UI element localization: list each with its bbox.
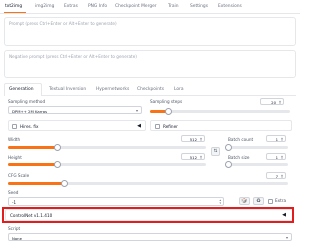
sub-tab-bar: Generation Textual Inversion Hypernetwor… [4, 83, 296, 96]
sampling-steps-thumb[interactable] [164, 108, 172, 115]
hires-fix-accordion[interactable]: Hires. fix ◀ [8, 120, 146, 131]
sampling-steps-slider[interactable] [150, 108, 290, 115]
seed-input[interactable]: -1 ▴ ▾ [8, 197, 224, 206]
chevron-down-icon: ▾ [285, 235, 288, 240]
extra-checkbox[interactable] [268, 198, 273, 204]
batch-size-thumb[interactable] [224, 161, 232, 168]
cfg-scale-label: CFG Scale [8, 173, 30, 178]
batch-size-value: 1 [275, 155, 278, 160]
width-slider[interactable] [8, 144, 206, 151]
tab-settings[interactable]: Settings [190, 4, 208, 9]
width-label: Width [8, 137, 21, 142]
tab-extras[interactable]: Extras [64, 4, 78, 9]
height-fill [8, 163, 58, 166]
height-value: 512 [189, 155, 197, 160]
width-input[interactable]: 512 ▴ ▾ [181, 135, 205, 142]
sampling-steps-value: 20 [271, 100, 276, 105]
negative-prompt-textarea[interactable]: Negative prompt (press Ctrl+Enter or Alt… [4, 50, 296, 78]
tab-png-info[interactable]: PNG Info [88, 4, 107, 9]
tab-img2img[interactable]: img2img [35, 4, 54, 9]
batch-count-value: 1 [275, 137, 278, 142]
height-input[interactable]: 512 ▴ ▾ [181, 153, 205, 160]
tab-lora[interactable]: Lora [174, 87, 184, 92]
batch-count-label: Batch count [228, 137, 254, 142]
spinner-icon: ▴ ▾ [281, 153, 283, 160]
sampling-method-label: Sampling method [8, 99, 46, 104]
batch-count-slider[interactable] [224, 144, 288, 151]
cfg-scale-input[interactable]: 7 ▴ ▾ [266, 172, 286, 179]
width-value: 512 [189, 137, 197, 142]
tab-textual-inversion[interactable]: Textual Inversion [49, 87, 86, 92]
top-tab-bar: txt2img img2img Extras PNG Info Checkpoi… [0, 0, 300, 14]
cfg-scale-fill [8, 182, 64, 185]
prompt-textarea[interactable]: Prompt (press Ctrl+Enter or Alt+Enter to… [4, 17, 296, 46]
spinner-icon: ▴ ▾ [281, 135, 283, 142]
spinner-icon: ▴ ▾ [219, 198, 221, 205]
tab-hypernetworks[interactable]: Hypernetworks [96, 87, 129, 92]
script-value: None [12, 235, 22, 241]
spinner-icon: ▴ ▾ [200, 135, 202, 142]
tab-generation[interactable]: Generation [9, 87, 34, 92]
red-highlight-box [2, 207, 294, 223]
cfg-scale-thumb[interactable] [60, 180, 68, 187]
batch-size-slider[interactable] [224, 161, 288, 168]
height-thumb[interactable] [54, 161, 61, 168]
sampling-steps-input[interactable]: 20 ▴ ▾ [260, 98, 284, 105]
tab-checkpoint-merger[interactable]: Checkpoint Merger [115, 4, 157, 9]
cfg-scale-value: 7 [275, 174, 278, 179]
script-label: Script [8, 226, 21, 231]
width-thumb[interactable] [54, 144, 61, 151]
collapse-left-icon: ◀ [137, 122, 141, 129]
spinner-icon: ▴ ▾ [281, 172, 283, 179]
seed-label: Seed [8, 190, 19, 195]
height-slider[interactable] [8, 161, 206, 168]
extra-label: Extra [275, 198, 287, 203]
batch-count-input[interactable]: 1 ▴ ▾ [266, 135, 286, 142]
swap-dimensions-button[interactable]: ⇅ [211, 147, 220, 156]
width-fill [8, 146, 58, 149]
spinner-icon: ▴ ▾ [279, 98, 281, 105]
sampling-steps-label: Sampling steps [150, 99, 183, 104]
tab-txt2img[interactable]: txt2img [5, 4, 22, 9]
hires-fix-label: Hires. fix [20, 123, 39, 129]
batch-size-input[interactable]: 1 ▴ ▾ [266, 153, 286, 160]
refiner-checkbox[interactable] [155, 123, 160, 129]
prompt-placeholder: Prompt (press Ctrl+Enter or Alt+Enter to… [9, 21, 117, 26]
seed-value: -1 [12, 199, 16, 205]
tab-checkpoints[interactable]: Checkpoints [137, 87, 164, 92]
reuse-seed-button[interactable]: ♻ [253, 197, 264, 205]
refiner-accordion[interactable]: Refiner [150, 120, 292, 131]
active-tab-indicator [4, 12, 26, 13]
tab-train[interactable]: Train [168, 4, 179, 9]
sampling-method-value: DPM++ 2M Karras [12, 108, 48, 114]
script-dropdown[interactable]: None ▾ [8, 233, 292, 241]
random-seed-button[interactable]: 🎲 [239, 197, 250, 205]
cfg-scale-slider[interactable] [8, 180, 288, 187]
tab-extensions[interactable]: Extensions [218, 4, 242, 9]
chevron-down-icon: ▾ [135, 108, 138, 113]
refiner-label: Refiner [163, 123, 178, 129]
height-label: Height [8, 155, 22, 160]
spinner-icon: ▴ ▾ [200, 153, 202, 160]
negative-prompt-placeholder: Negative prompt (press Ctrl+Enter or Alt… [9, 54, 137, 59]
hires-fix-checkbox[interactable] [12, 123, 17, 129]
batch-size-label: Batch size [228, 155, 250, 160]
sampling-method-dropdown[interactable]: DPM++ 2M Karras ▾ [8, 106, 142, 114]
batch-count-thumb[interactable] [224, 144, 232, 151]
